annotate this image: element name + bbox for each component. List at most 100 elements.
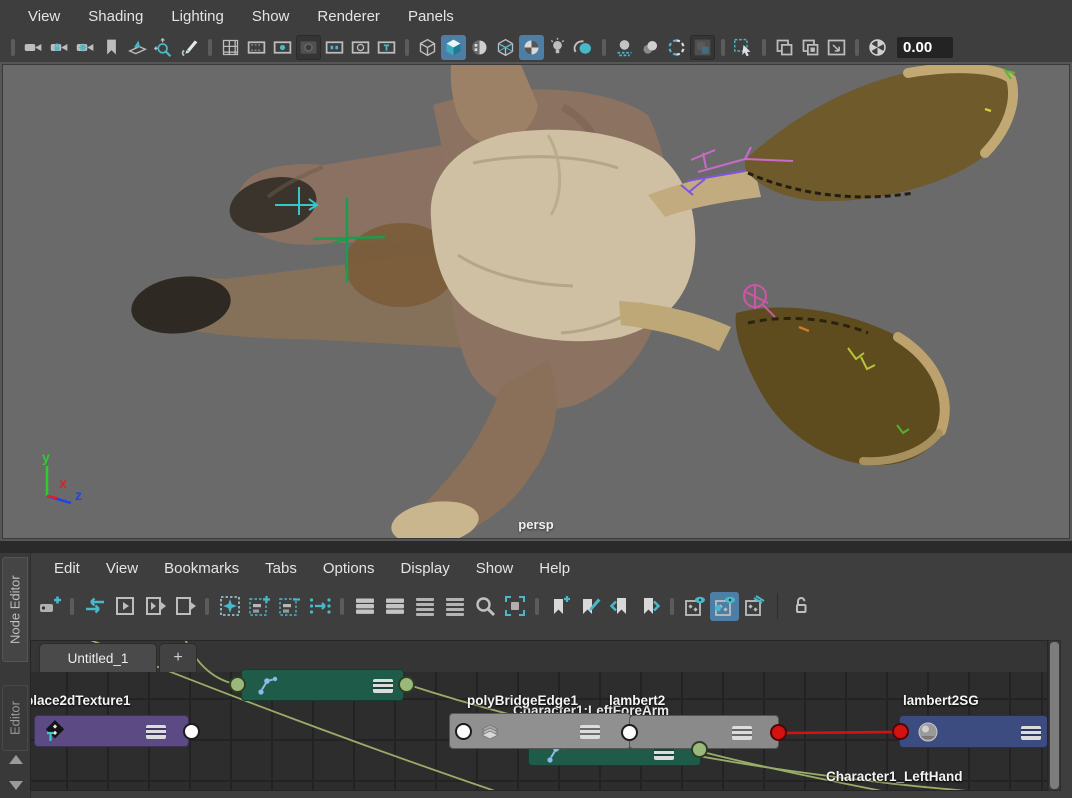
exposure-value-field[interactable]: 0.00 — [897, 37, 953, 58]
node-menu-icon[interactable] — [373, 679, 393, 693]
shade-textured-icon[interactable] — [467, 35, 492, 60]
gate-mask-icon[interactable] — [296, 35, 321, 60]
remove-from-graph-icon[interactable] — [275, 592, 304, 621]
frame-all-icon[interactable] — [500, 592, 529, 621]
grid-icon[interactable] — [218, 35, 243, 60]
search-icon[interactable] — [470, 592, 499, 621]
use-all-lights-icon[interactable] — [545, 35, 570, 60]
previous-bookmark-icon[interactable] — [605, 592, 634, 621]
menu-shading[interactable]: Shading — [74, 8, 157, 25]
port-polybridge-out[interactable] — [621, 724, 638, 741]
isolate-select-icon[interactable] — [731, 35, 756, 60]
menu-options[interactable]: Options — [310, 560, 388, 577]
menu-help[interactable]: Help — [526, 560, 583, 577]
port-leftforearm-out[interactable] — [691, 741, 708, 758]
hide-attributes-icon[interactable] — [680, 592, 709, 621]
node-menu-icon[interactable] — [1021, 726, 1041, 740]
menu-renderer[interactable]: Renderer — [303, 8, 394, 25]
menu-edit[interactable]: Edit — [41, 560, 93, 577]
edit-bookmark-icon[interactable] — [575, 592, 604, 621]
panel-scroll-down-icon[interactable] — [9, 781, 23, 790]
node-menu-icon[interactable] — [146, 725, 166, 739]
textured-icon[interactable] — [519, 35, 544, 60]
create-node-icon[interactable] — [35, 592, 64, 621]
node-polybridgeedge1[interactable] — [449, 713, 631, 749]
isolate-view-icon-1[interactable] — [772, 35, 797, 60]
layout-icon-2[interactable] — [380, 592, 409, 621]
panel-divider[interactable] — [0, 541, 1072, 553]
wireframe-icon[interactable] — [415, 35, 440, 60]
node-joint-top[interactable] — [241, 669, 404, 701]
graph-tab-untitled-1[interactable]: Untitled_1 — [39, 643, 157, 672]
lock-camera-icon[interactable] — [47, 35, 72, 60]
scrollbar-thumb[interactable] — [1050, 642, 1059, 789]
smooth-shade-icon[interactable] — [441, 35, 466, 60]
panel-side-strip: Node Editor Editor — [0, 553, 31, 798]
menu-display[interactable]: Display — [388, 560, 463, 577]
viewport-toolbar: 0.00 — [0, 33, 1072, 62]
safe-title-icon[interactable] — [374, 35, 399, 60]
axis-y-label: y — [42, 452, 50, 465]
side-tab-node-editor[interactable]: Node Editor — [2, 557, 28, 662]
port-polybridge-in[interactable] — [455, 723, 472, 740]
menu-view[interactable]: View — [93, 560, 151, 577]
aperture-icon[interactable] — [865, 35, 890, 60]
lock-open-icon[interactable] — [786, 592, 815, 621]
node-graph[interactable]: Untitled_1 + place2dTexture1 polyBridgeE… — [30, 640, 1048, 791]
screen-space-ao-icon[interactable] — [612, 35, 637, 60]
bookmark-view-icon[interactable] — [99, 35, 124, 60]
menu-panels[interactable]: Panels — [394, 8, 468, 25]
layout-icon-1[interactable] — [350, 592, 379, 621]
menu-tabs[interactable]: Tabs — [252, 560, 310, 577]
input-connections-icon[interactable] — [110, 592, 139, 621]
panel-scroll-up-icon[interactable] — [9, 755, 23, 764]
port-place2dtexture-out[interactable] — [183, 723, 200, 740]
film-gate-icon[interactable] — [244, 35, 269, 60]
layout-icon-3[interactable] — [410, 592, 439, 621]
isolate-view-icon-2[interactable] — [798, 35, 823, 60]
graph-tab-add[interactable]: + — [159, 643, 197, 672]
wireframe-on-shaded-icon[interactable] — [493, 35, 518, 60]
add-selected-to-graph-icon[interactable] — [215, 592, 244, 621]
port-lambert2sg-in[interactable] — [892, 723, 909, 740]
menu-show[interactable]: Show — [238, 8, 304, 25]
show-connected-attributes-icon[interactable] — [710, 592, 739, 621]
image-plane-icon[interactable] — [125, 35, 150, 60]
next-bookmark-icon[interactable] — [635, 592, 664, 621]
add-to-graph-icon[interactable] — [245, 592, 274, 621]
look-through-icon[interactable] — [690, 35, 715, 60]
safe-action-icon[interactable] — [348, 35, 373, 60]
graph-scrollbar[interactable] — [1048, 640, 1061, 791]
select-camera-icon[interactable] — [21, 35, 46, 60]
menu-lighting[interactable]: Lighting — [157, 8, 238, 25]
field-chart-icon[interactable] — [322, 35, 347, 60]
motion-blur-icon[interactable] — [638, 35, 663, 60]
separator — [670, 598, 674, 615]
node-menu-icon[interactable] — [732, 726, 752, 740]
create-bookmark-icon[interactable] — [545, 592, 574, 621]
pan-zoom-icon[interactable] — [151, 35, 176, 60]
menu-view[interactable]: View — [14, 8, 74, 25]
node-lambert2sg[interactable] — [899, 715, 1048, 748]
input-output-connections-icon[interactable] — [140, 592, 169, 621]
layout-icon-4[interactable] — [440, 592, 469, 621]
port-lambert2-out[interactable] — [770, 724, 787, 741]
connect-on-drop-icon[interactable] — [305, 592, 334, 621]
resolution-gate-icon[interactable] — [270, 35, 295, 60]
perspective-viewport[interactable]: persp y x z — [2, 64, 1070, 539]
menu-bookmarks[interactable]: Bookmarks — [151, 560, 252, 577]
output-connections-icon[interactable] — [170, 592, 199, 621]
node-place2dtexture1[interactable] — [34, 715, 189, 747]
port-joint-top-in[interactable] — [229, 676, 246, 693]
side-tab-editor[interactable]: Editor — [2, 685, 28, 751]
node-menu-icon[interactable] — [580, 725, 600, 739]
sync-selection-icon[interactable] — [80, 592, 109, 621]
shadows-icon[interactable] — [571, 35, 596, 60]
image-output-icon[interactable] — [824, 35, 849, 60]
camera-attributes-icon[interactable] — [73, 35, 98, 60]
show-all-attributes-icon[interactable] — [740, 592, 769, 621]
grease-pencil-icon[interactable] — [177, 35, 202, 60]
menu-show[interactable]: Show — [463, 560, 527, 577]
port-joint-top-out[interactable] — [398, 676, 415, 693]
exposure-icon[interactable] — [664, 35, 689, 60]
